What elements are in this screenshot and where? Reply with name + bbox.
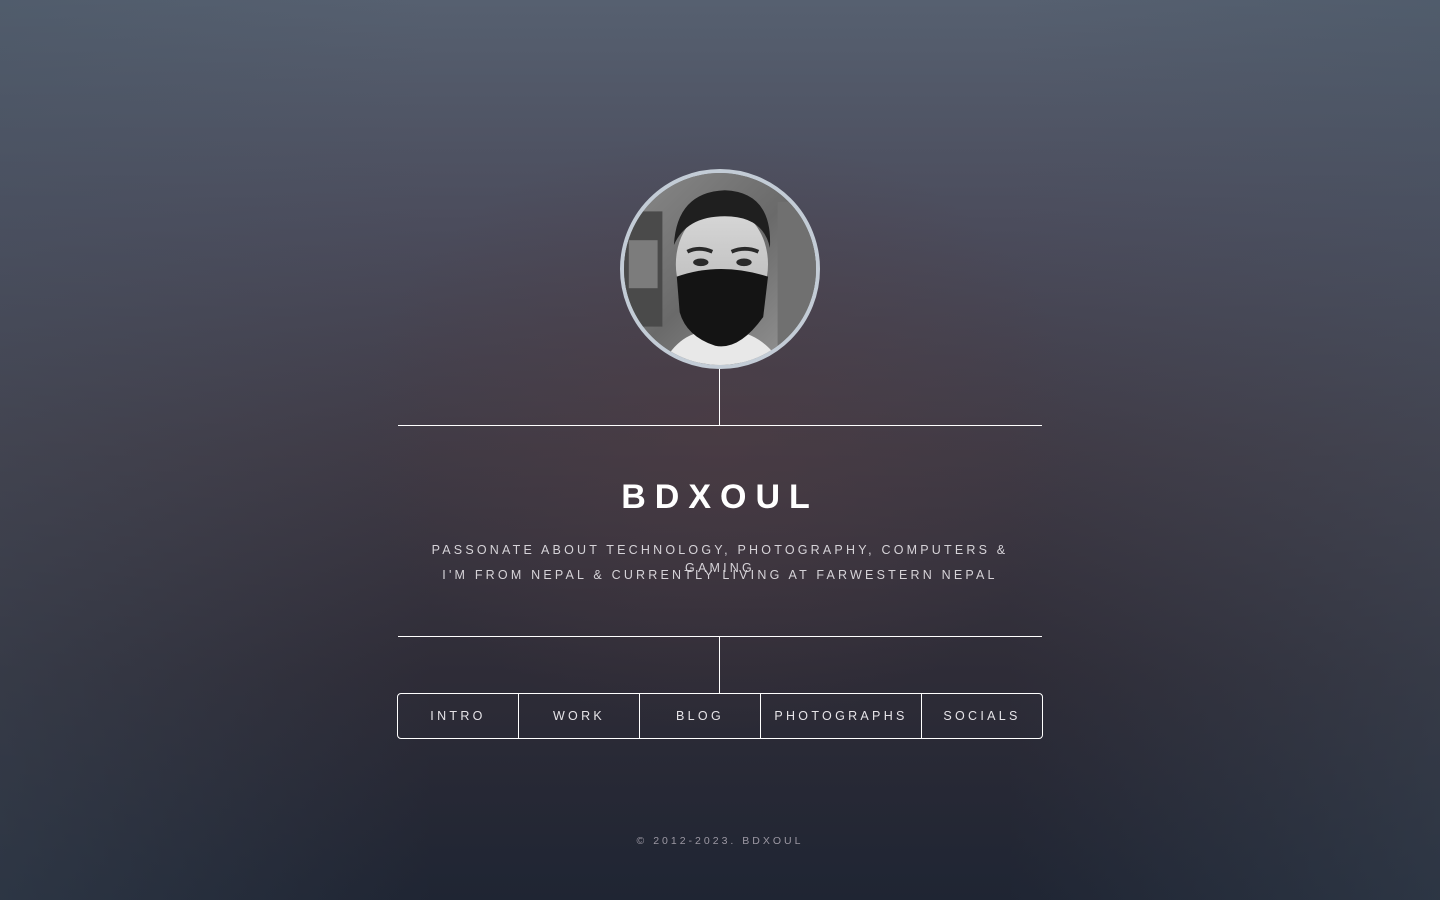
divider-top — [398, 425, 1042, 426]
background-overlay — [0, 0, 1440, 900]
tagline-line-2: I'M FROM NEPAL & CURRENTLY LIVING AT FAR… — [442, 568, 998, 582]
site-title: BDXOUL — [621, 478, 819, 516]
nav-socials[interactable]: SOCIALS — [922, 694, 1042, 738]
footer-copyright: © 2012-2023. BDXOUL — [636, 835, 804, 847]
main-nav: INTRO WORK BLOG PHOTOGRAPHS SOCIALS — [397, 693, 1043, 739]
divider-bottom — [398, 636, 1042, 637]
nav-intro[interactable]: INTRO — [398, 694, 519, 738]
avatar — [620, 169, 820, 369]
connector-bottom — [719, 636, 720, 693]
avatar-photo — [624, 173, 816, 365]
connector-top — [719, 369, 720, 426]
nav-work[interactable]: WORK — [519, 694, 640, 738]
nav-photographs[interactable]: PHOTOGRAPHS — [761, 694, 922, 738]
nav-blog[interactable]: BLOG — [640, 694, 761, 738]
